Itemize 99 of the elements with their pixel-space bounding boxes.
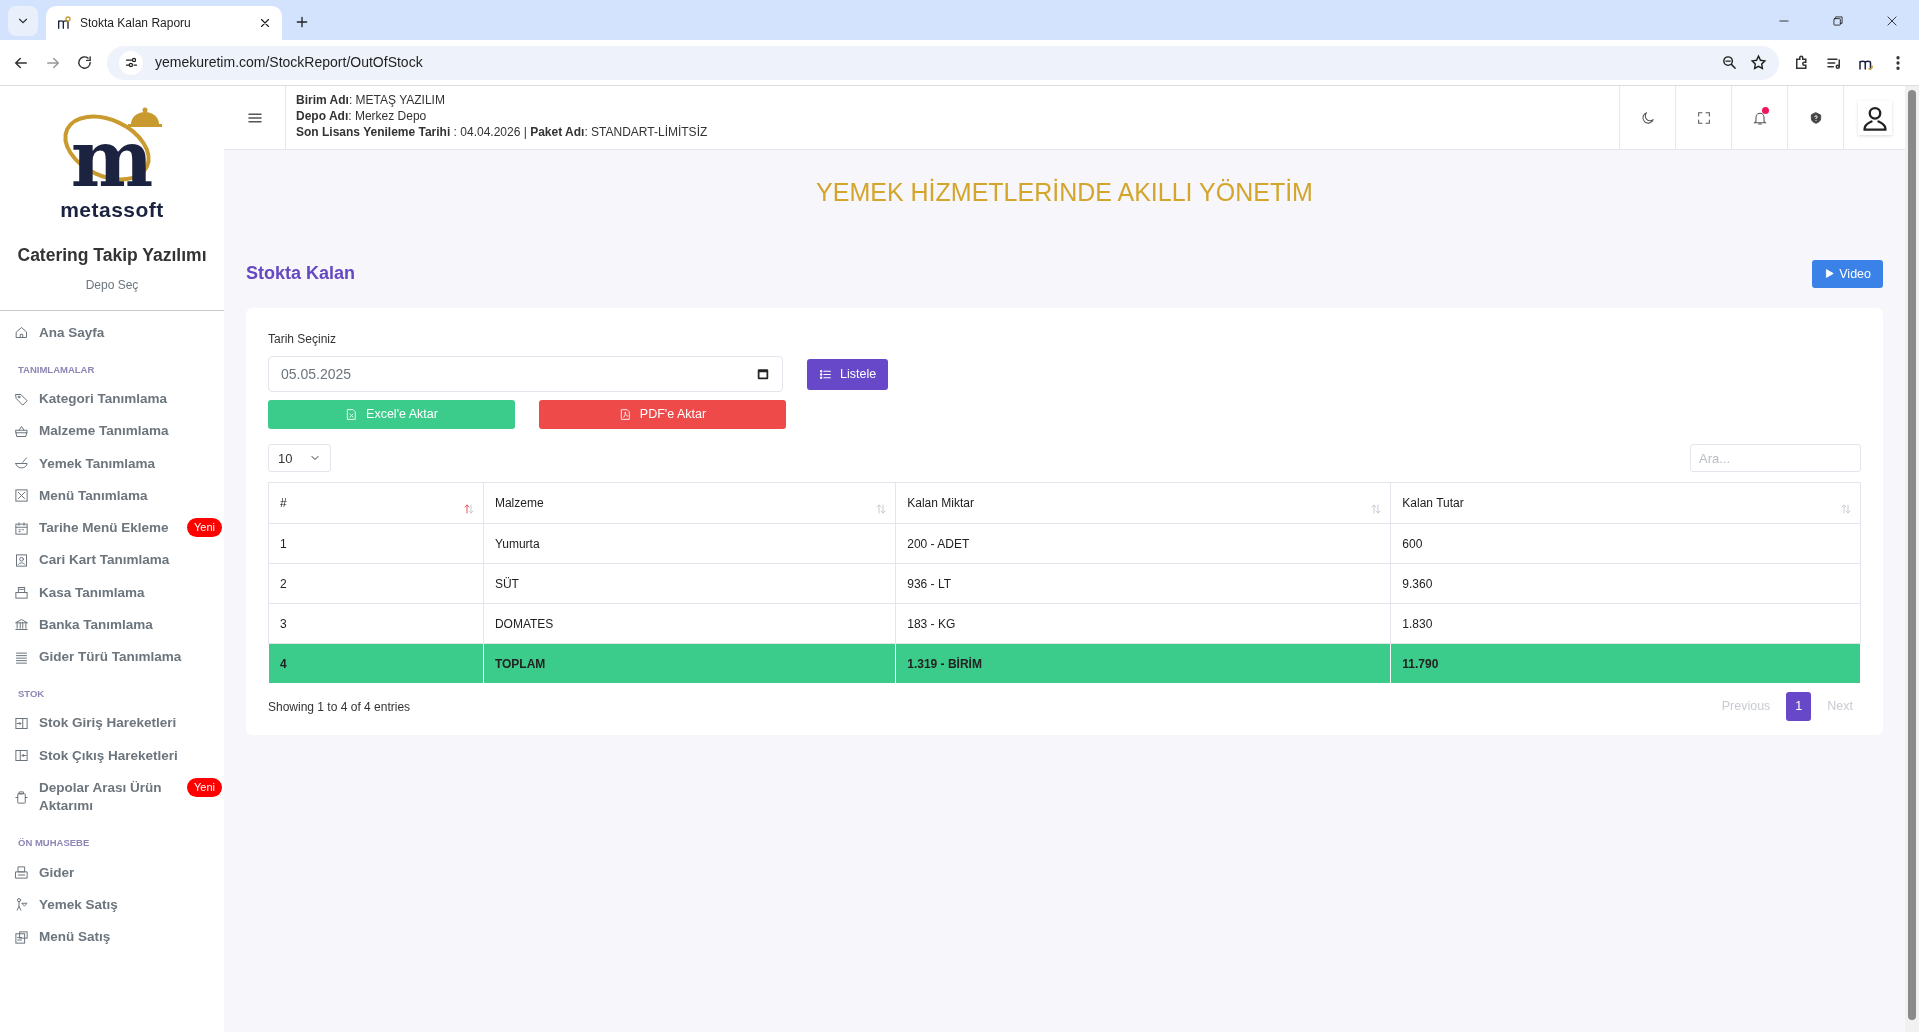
menu-board-icon (14, 929, 29, 945)
site-settings-button[interactable] (119, 50, 143, 75)
date-field[interactable]: 05.05.2025 (268, 356, 783, 393)
browser-tab[interactable]: Stokta Kalan Raporu (46, 6, 282, 40)
play-icon (1824, 268, 1836, 280)
header-info-text: Son Lisans Yenileme Tarihi : 04.04.2026 | Paket Adı: STANDART-LİMİTSİZ (296, 124, 709, 141)
favicon-icon (56, 15, 72, 31)
pdf-file-icon (618, 408, 632, 422)
printer-icon (14, 865, 29, 881)
new-tab-icon[interactable] (294, 14, 310, 30)
url-text: yemekuretim.com/StockReport/OutOfStock (155, 53, 424, 72)
total-cell: 4 (268, 643, 484, 684)
home-icon (14, 325, 29, 341)
table-cell: Yumurta (483, 523, 896, 564)
table-cell: DOMATES (483, 603, 896, 644)
sidebar-item[interactable]: Menü Satış (0, 921, 224, 954)
spreadsheet-file-icon (345, 408, 359, 422)
close-icon[interactable] (258, 16, 272, 30)
reload-icon[interactable] (76, 54, 93, 71)
cash-register-icon (14, 585, 29, 601)
waiter-icon (14, 897, 29, 913)
framed-cross-icon (14, 488, 29, 504)
column-header[interactable]: # (268, 482, 484, 524)
table-cell: 600 (1390, 523, 1861, 564)
sidebar-item[interactable]: Yemek Tanımlama (0, 447, 224, 480)
sliders-icon (123, 55, 139, 70)
user-avatar-button[interactable] (1857, 100, 1892, 135)
bank-icon (14, 617, 29, 633)
new-badge: Yeni (187, 518, 222, 537)
section-heading: TANIMLAMALAR (17, 362, 96, 377)
sidebar-item[interactable]: Banka Tanımlama (0, 608, 224, 641)
sidebar-item[interactable]: Depolar Arası Ürün Aktarımı Yeni (0, 771, 224, 823)
table-cell: 9.360 (1390, 563, 1861, 604)
page-number-button[interactable]: 1 (1786, 692, 1812, 721)
fullscreen-icon[interactable] (1695, 109, 1712, 126)
list-button[interactable]: Listele (807, 358, 889, 390)
table-cell: 183 - KG (895, 603, 1391, 644)
app-title: Catering Takip Yazılımı (17, 243, 207, 267)
table-cell: 1 (268, 523, 484, 564)
restore-icon[interactable] (1831, 14, 1845, 28)
search-field[interactable]: Ara... (1690, 444, 1861, 473)
page-title: Stokta Kalan (246, 262, 356, 286)
column-header[interactable]: Malzeme (483, 482, 896, 524)
sidebar-item[interactable]: Gider (0, 856, 224, 889)
sidebar-item[interactable]: Gider Türü Tanımlama (0, 640, 224, 674)
sidebar-item[interactable]: Cari Kart Tanımlama (0, 544, 224, 577)
section-heading: STOK (17, 687, 46, 702)
sort-arrows-icon[interactable] (462, 503, 475, 516)
moon-icon[interactable] (1639, 109, 1656, 126)
table-cell: 936 - LT (895, 563, 1391, 604)
column-header[interactable]: Kalan Miktar (895, 482, 1391, 524)
bookmark-star-icon[interactable] (1750, 54, 1767, 71)
column-header[interactable]: Kalan Tutar (1390, 482, 1861, 524)
zoom-icon[interactable] (1721, 54, 1738, 71)
sidebar-item[interactable]: Menü Tanımlama (0, 479, 224, 513)
table-cell: SÜT (483, 563, 896, 604)
entries-info-text: Showing 1 to 4 of 4 entries (268, 698, 411, 716)
page-banner-title: YEMEK HİZMETLERİNDE AKILLI YÖNETİM (815, 177, 1314, 208)
total-cell: 1.319 - BİRİM (895, 643, 1391, 684)
field-label: Tarih Seçiniz (268, 331, 338, 349)
entry-door-icon (14, 716, 29, 732)
table-cell: 200 - ADET (895, 523, 1391, 564)
scrollbar-thumb[interactable] (1908, 90, 1916, 1020)
calendar-icon[interactable] (756, 367, 770, 382)
page-size-select[interactable]: 10 (268, 444, 331, 473)
video-button[interactable]: Video (1812, 259, 1883, 289)
address-bar[interactable]: yemekuretim.com/StockReport/OutOfStock (107, 45, 1779, 80)
bowl-icon (14, 456, 29, 472)
list-icon (819, 367, 832, 381)
new-badge: Yeni (187, 777, 222, 797)
header-info-text: Depo Adı: Merkez Depo (296, 108, 428, 125)
sidebar-item[interactable]: Kasa Tanımlama (0, 576, 224, 609)
basket-icon (14, 424, 29, 440)
header-info-text: Birim Adı: METAŞ YAZILIM (296, 92, 446, 109)
total-cell: 11.790 (1390, 643, 1861, 684)
exit-door-icon (14, 748, 29, 764)
calendar-icon (14, 520, 29, 536)
sidebar-item[interactable]: Stok Çıkış Hareketleri (0, 739, 224, 772)
contact-card-icon (14, 552, 29, 568)
sidebar-item[interactable]: Kategori Tanımlama (0, 383, 224, 416)
table-cell: 3 (268, 603, 484, 644)
depot-select-link[interactable]: Depo Seç (85, 275, 139, 294)
table-cell: 2 (268, 563, 484, 604)
table-cell: 1.830 (1390, 603, 1861, 644)
close-icon[interactable] (1885, 14, 1899, 28)
logo-text: metassoft (60, 197, 164, 223)
tag-icon (14, 391, 29, 407)
sidebar-item[interactable]: Ana Sayfa (0, 316, 224, 349)
crate-icon (14, 789, 29, 805)
sidebar-item[interactable]: Yemek Satış (0, 888, 224, 921)
list-lines-icon (14, 649, 29, 665)
sidebar-item[interactable]: Tarihe Menü Ekleme Yeni (0, 512, 224, 545)
pdf-export-button[interactable]: PDF'e Aktar (539, 400, 786, 430)
sidebar-item[interactable]: Malzeme Tanımlama (0, 415, 224, 448)
section-heading: ÖN MUHASEBE (17, 836, 91, 851)
tab-title: Stokta Kalan Raporu (80, 15, 192, 32)
help-icon[interactable] (1808, 110, 1823, 125)
total-cell: TOPLAM (483, 643, 896, 684)
sidebar-item[interactable]: Stok Giriş Hareketleri (0, 707, 224, 740)
